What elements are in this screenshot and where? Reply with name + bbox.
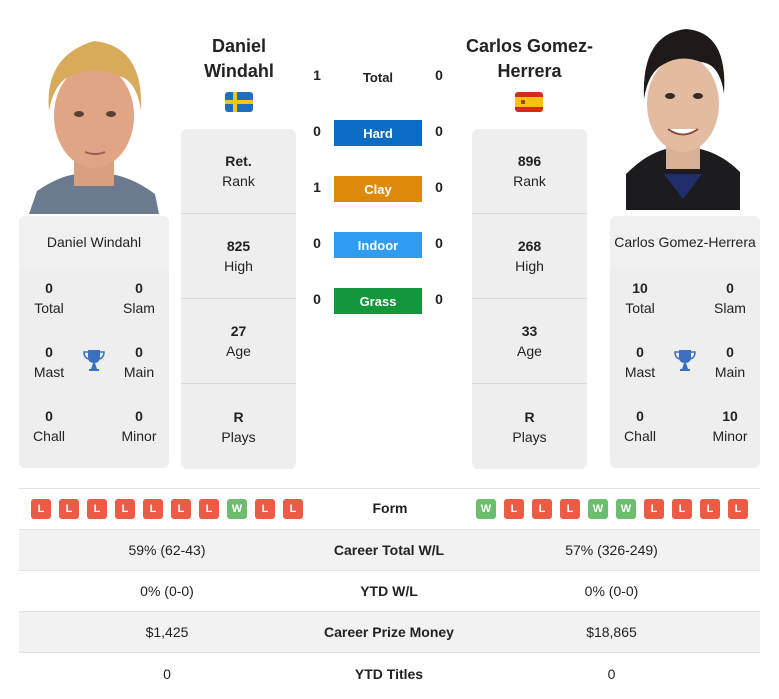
h2h-total-label: Total xyxy=(362,69,394,85)
comparison-row-ytd-wl: 0% (0-0) YTD W/L 0% (0-0) xyxy=(19,571,760,612)
player1-titles-chall: 0 Chall xyxy=(33,408,65,444)
player1-titles-main: 0 Main xyxy=(123,344,155,380)
player1-form-badge-loss[interactable]: L xyxy=(87,499,107,519)
player1-form-badge-win[interactable]: W xyxy=(227,499,247,519)
comparison-row-prize-money: $1,425 Career Prize Money $18,865 xyxy=(19,612,760,653)
comparison-row-ytd-titles: 0 YTD Titles 0 xyxy=(163,665,616,682)
player1-photo xyxy=(19,26,169,214)
player1-high: 825 High xyxy=(181,214,296,299)
player1-form-badge-loss[interactable]: L xyxy=(115,499,135,519)
player1-age: 27 Age xyxy=(181,299,296,384)
player2-form-badge-loss[interactable]: L xyxy=(532,499,552,519)
player2-titles-slam: 0 Slam xyxy=(714,280,746,316)
player2-high: 268 High xyxy=(472,214,587,299)
player2-age: 33 Age xyxy=(472,299,587,384)
player2-form-badge-loss[interactable]: L xyxy=(700,499,720,519)
player2-form-badge-loss[interactable]: L xyxy=(644,499,664,519)
divider xyxy=(19,488,760,489)
player2-rank: 896 Rank xyxy=(472,129,587,214)
player1-titles-minor: 0 Minor xyxy=(121,408,157,444)
surface-indoor-button[interactable]: Indoor xyxy=(334,232,422,258)
player2-form-badge-loss[interactable]: L xyxy=(728,499,748,519)
comparison-row-career-wl: 59% (62-43) Career Total W/L 57% (326-24… xyxy=(19,530,760,571)
player2-titles-main: 0 Main xyxy=(714,344,746,380)
player2-form-badge-loss[interactable]: L xyxy=(560,499,580,519)
player1-form-badge-loss[interactable]: L xyxy=(283,499,303,519)
player1-form-badge-loss[interactable]: L xyxy=(31,499,51,519)
player1-form-badge-loss[interactable]: L xyxy=(171,499,191,519)
player1-form-badge-loss[interactable]: L xyxy=(143,499,163,519)
player1-plays: R Plays xyxy=(221,408,256,445)
player1-rank: Ret. Rank xyxy=(181,129,296,214)
surface-hard-button[interactable]: Hard xyxy=(334,120,422,146)
player2-titles-total: 10 Total xyxy=(625,280,655,316)
trophy-icon xyxy=(82,348,106,377)
player2-form-badge-loss[interactable]: L xyxy=(672,499,692,519)
player2-form-badge-win[interactable]: W xyxy=(616,499,636,519)
sweden-flag-icon xyxy=(225,92,253,112)
spain-flag-icon xyxy=(515,92,543,112)
player1-titles-total: 0 Total xyxy=(34,280,64,316)
player2-titles-card: Carlos Gomez-Herrera 10 Total 0 Slam 0 Mast… xyxy=(610,216,760,468)
player2-stats: 896 Rank 268 High 33 Age R Plays xyxy=(472,129,587,469)
player1-stats: Ret. Rank 825 High 27 Age R Plays xyxy=(181,129,296,469)
player1-form-badge-loss[interactable]: L xyxy=(255,499,275,519)
player2-form-badge-win[interactable]: W xyxy=(588,499,608,519)
player1-card-name[interactable]: Daniel Windahl xyxy=(19,216,169,268)
player1-titles-slam: 0 Slam xyxy=(123,280,155,316)
player2-photo xyxy=(626,24,740,210)
player2-form-badge-win[interactable]: W xyxy=(476,499,496,519)
surface-grass-button[interactable]: Grass xyxy=(334,288,422,314)
player2-titles-chall: 0 Chall xyxy=(624,408,656,444)
player2-name[interactable]: Carlos Gomez- Herrera xyxy=(462,34,597,84)
player1-name[interactable]: Daniel Windahl xyxy=(180,34,298,84)
trophy-icon xyxy=(673,348,697,377)
form-label: Form xyxy=(372,500,408,516)
surface-clay-button[interactable]: Clay xyxy=(334,176,422,202)
player2-card-name[interactable]: Carlos Gomez-Herrera xyxy=(610,216,760,268)
player2-titles-minor: 10 Minor xyxy=(712,408,748,444)
player2-titles-mast: 0 Mast xyxy=(624,344,656,380)
player1-titles-card: Daniel Windahl 0 Total 0 Slam 0 Mast 0 Main … xyxy=(19,216,169,468)
player1-form-badge-loss[interactable]: L xyxy=(199,499,219,519)
player2-form-badge-loss[interactable]: L xyxy=(504,499,524,519)
player2-plays: R Plays xyxy=(512,408,547,445)
player1-form-badge-loss[interactable]: L xyxy=(59,499,79,519)
player1-titles-mast: 0 Mast xyxy=(33,344,65,380)
